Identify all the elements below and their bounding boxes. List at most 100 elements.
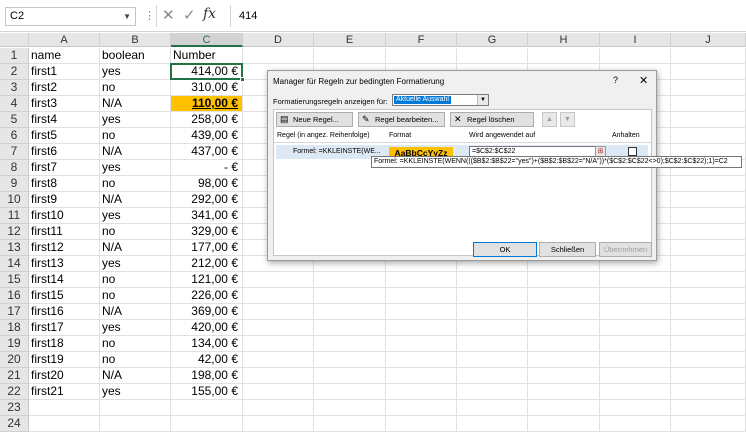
column-header-g[interactable]: G	[457, 33, 528, 47]
cell-g15[interactable]	[457, 272, 528, 288]
cell-j5[interactable]	[671, 112, 746, 128]
cell-j17[interactable]	[671, 304, 746, 320]
cell-f19[interactable]	[386, 336, 457, 352]
cell-c12[interactable]: 329,00 €	[171, 224, 243, 240]
cell-b3[interactable]: no	[100, 80, 171, 96]
cell-c5[interactable]: 258,00 €	[171, 112, 243, 128]
cell-b23[interactable]	[100, 400, 171, 416]
cell-e19[interactable]	[314, 336, 386, 352]
row-header[interactable]: 21	[0, 368, 29, 384]
cell-c20[interactable]: 42,00 €	[171, 352, 243, 368]
cell-b7[interactable]: N/A	[100, 144, 171, 160]
row-header[interactable]: 9	[0, 176, 29, 192]
cell-j16[interactable]	[671, 288, 746, 304]
row-header[interactable]: 19	[0, 336, 29, 352]
cell-e16[interactable]	[314, 288, 386, 304]
cell-i1[interactable]	[600, 48, 671, 64]
cell-c1[interactable]: Number	[171, 48, 243, 64]
cell-d19[interactable]	[243, 336, 314, 352]
new-rule-button[interactable]: ▤ Neue Regel...	[276, 112, 353, 127]
row-header[interactable]: 3	[0, 80, 29, 96]
cell-b6[interactable]: no	[100, 128, 171, 144]
row-header[interactable]: 7	[0, 144, 29, 160]
column-header-b[interactable]: B	[100, 33, 171, 47]
cell-j10[interactable]	[671, 192, 746, 208]
cell-f18[interactable]	[386, 320, 457, 336]
cell-d20[interactable]	[243, 352, 314, 368]
cell-e23[interactable]	[314, 400, 386, 416]
cell-c22[interactable]: 155,00 €	[171, 384, 243, 400]
cell-c21[interactable]: 198,00 €	[171, 368, 243, 384]
cell-b5[interactable]: yes	[100, 112, 171, 128]
ok-button[interactable]: OK	[473, 242, 537, 257]
column-header-c[interactable]: C	[171, 33, 243, 47]
cell-j3[interactable]	[671, 80, 746, 96]
cell-j19[interactable]	[671, 336, 746, 352]
row-header[interactable]: 24	[0, 416, 29, 432]
cell-a17[interactable]: first16	[29, 304, 100, 320]
cell-f23[interactable]	[386, 400, 457, 416]
cell-a7[interactable]: first6	[29, 144, 100, 160]
cell-g19[interactable]	[457, 336, 528, 352]
close-icon[interactable]: ✕	[639, 74, 648, 87]
edit-rule-button[interactable]: ✎ Regel bearbeiten...	[358, 112, 445, 127]
cell-e24[interactable]	[314, 416, 386, 432]
cell-j20[interactable]	[671, 352, 746, 368]
column-header-e[interactable]: E	[314, 33, 386, 47]
chevron-down-icon[interactable]: ▼	[477, 95, 488, 105]
cell-d15[interactable]	[243, 272, 314, 288]
row-header[interactable]: 13	[0, 240, 29, 256]
cell-c3[interactable]: 310,00 €	[171, 80, 243, 96]
row-header[interactable]: 12	[0, 224, 29, 240]
cell-i20[interactable]	[600, 352, 671, 368]
row-header[interactable]: 22	[0, 384, 29, 400]
cell-c8[interactable]: - €	[171, 160, 243, 176]
stop-if-true-checkbox[interactable]	[628, 147, 637, 156]
cell-f24[interactable]	[386, 416, 457, 432]
cell-a1[interactable]: name	[29, 48, 100, 64]
cell-i18[interactable]	[600, 320, 671, 336]
cell-c7[interactable]: 437,00 €	[171, 144, 243, 160]
cell-b15[interactable]: no	[100, 272, 171, 288]
cell-i16[interactable]	[600, 288, 671, 304]
row-header[interactable]: 1	[0, 48, 29, 64]
row-header[interactable]: 2	[0, 64, 29, 80]
row-header[interactable]: 23	[0, 400, 29, 416]
row-header[interactable]: 14	[0, 256, 29, 272]
cell-g24[interactable]	[457, 416, 528, 432]
cell-b10[interactable]: N/A	[100, 192, 171, 208]
cell-a5[interactable]: first4	[29, 112, 100, 128]
cell-g18[interactable]	[457, 320, 528, 336]
cell-i19[interactable]	[600, 336, 671, 352]
cell-b2[interactable]: yes	[100, 64, 171, 80]
cell-h21[interactable]	[528, 368, 600, 384]
cell-b1[interactable]: boolean	[100, 48, 171, 64]
cell-a12[interactable]: first11	[29, 224, 100, 240]
cell-c14[interactable]: 212,00 €	[171, 256, 243, 272]
cell-g21[interactable]	[457, 368, 528, 384]
cell-f17[interactable]	[386, 304, 457, 320]
cell-h16[interactable]	[528, 288, 600, 304]
cell-h1[interactable]	[528, 48, 600, 64]
cell-i17[interactable]	[600, 304, 671, 320]
cell-a19[interactable]: first18	[29, 336, 100, 352]
column-header-h[interactable]: H	[528, 33, 600, 47]
show-rules-select[interactable]: Aktuelle Auswahl ▼	[392, 94, 489, 106]
cell-g17[interactable]	[457, 304, 528, 320]
cell-d24[interactable]	[243, 416, 314, 432]
cell-j9[interactable]	[671, 176, 746, 192]
cell-j12[interactable]	[671, 224, 746, 240]
cell-a2[interactable]: first1	[29, 64, 100, 80]
column-header-a[interactable]: A	[29, 33, 100, 47]
fill-handle[interactable]	[240, 77, 245, 82]
cell-a3[interactable]: first2	[29, 80, 100, 96]
cell-j24[interactable]	[671, 416, 746, 432]
row-header[interactable]: 8	[0, 160, 29, 176]
cell-b19[interactable]: no	[100, 336, 171, 352]
cell-b13[interactable]: N/A	[100, 240, 171, 256]
cell-c16[interactable]: 226,00 €	[171, 288, 243, 304]
apply-button[interactable]: Übernehmen	[599, 242, 652, 257]
cell-a9[interactable]: first8	[29, 176, 100, 192]
cell-f20[interactable]	[386, 352, 457, 368]
column-header-d[interactable]: D	[243, 33, 314, 47]
